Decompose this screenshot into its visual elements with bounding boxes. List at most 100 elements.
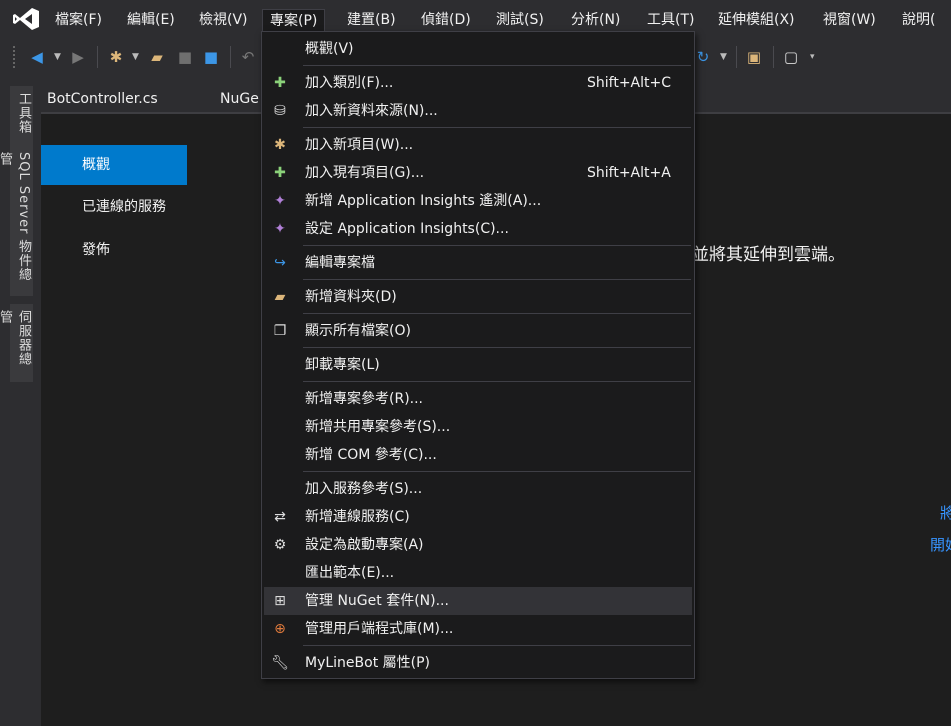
menuitem-add-datasource[interactable]: ⛁ 加入新資料來源(N)... (264, 97, 692, 125)
toolbar-grip[interactable] (12, 45, 16, 69)
nav-connected-services[interactable]: 已連線的服務 (41, 187, 187, 227)
menu-separator (303, 279, 691, 280)
show-all-files-icon: ❐ (273, 323, 287, 339)
app-insights-icon: ✦ (274, 221, 286, 237)
menuitem-label: 管理 NuGet 套件(N)... (305, 593, 449, 609)
menuitem-show-all-files[interactable]: ❐ 顯示所有檔案(O) (264, 317, 692, 345)
menu-edit[interactable]: 編輯(E) (120, 9, 182, 31)
connected-service-icon: ⇄ (274, 509, 286, 525)
nav-publish[interactable]: 發佈 (41, 230, 187, 270)
add-class-icon: ✚ (274, 75, 286, 91)
menuitem-set-startup-project[interactable]: ⚙ 設定為啟動專案(A) (264, 531, 692, 559)
menuitem-add-com-reference[interactable]: 新增 COM 參考(C)... (264, 441, 692, 469)
visual-studio-logo-icon[interactable] (12, 7, 40, 31)
menuitem-project-properties[interactable]: 🔧︎ MyLineBot 屬性(P) (264, 649, 692, 677)
menuitem-manage-nuget-packages[interactable]: ⊞ 管理 NuGet 套件(N)... (264, 587, 692, 615)
menuitem-add-app-insights[interactable]: ✦ 新增 Application Insights 遙測(A)... (264, 187, 692, 215)
menu-separator (303, 127, 691, 128)
menuitem-label: 編輯專案檔 (305, 255, 375, 271)
menu-view[interactable]: 檢視(V) (192, 9, 255, 31)
overview-link-2[interactable]: 開始 (930, 534, 951, 555)
menuitem-configure-app-insights[interactable]: ✦ 設定 Application Insights(C)... (264, 215, 692, 243)
add-existing-item-icon: ✚ (274, 165, 286, 181)
new-project-dropdown-icon[interactable]: ▼ (132, 48, 139, 66)
app-insights-icon: ✦ (274, 193, 286, 209)
toolbox-tab[interactable]: 工具箱 (10, 86, 33, 146)
menuitem-unload-project[interactable]: 卸載專案(L) (264, 351, 692, 379)
menuitem-export-template[interactable]: 匯出範本(E)... (264, 559, 692, 587)
menuitem-shortcut: Shift+Alt+C (587, 75, 672, 91)
open-file-icon[interactable]: ▰ (148, 48, 166, 66)
menuitem-add-shared-project-reference[interactable]: 新增共用專案參考(S)... (264, 413, 692, 441)
tab-botcontroller[interactable]: BotController.cs (47, 91, 158, 107)
menu-test[interactable]: 測試(S) (489, 9, 551, 31)
menuitem-add-existing-item[interactable]: ✚ 加入現有項目(G)... Shift+Alt+A (264, 159, 692, 187)
menuitem-add-service-reference[interactable]: 加入服務參考(S)... (264, 475, 692, 503)
menuitem-add-project-reference[interactable]: 新增專案參考(R)... (264, 385, 692, 413)
sql-server-object-explorer-tab[interactable]: SQL Server 物件總管 (0, 146, 33, 296)
menu-extensions[interactable]: 延伸模組(X) (711, 9, 802, 31)
navigate-back-icon[interactable]: ◀ (28, 48, 46, 66)
navigate-forward-icon[interactable]: ▶ (69, 48, 87, 66)
menuitem-edit-project-file[interactable]: ↪ 編輯專案檔 (264, 249, 692, 277)
find-in-files-icon[interactable]: ▣ (745, 48, 763, 66)
navigate-back-dropdown-icon[interactable]: ▼ (54, 48, 61, 66)
menu-analyze[interactable]: 分析(N) (564, 9, 627, 31)
browser-link-icon[interactable]: ▢ (782, 48, 800, 66)
menuitem-label: 新增資料夾(D) (305, 289, 397, 305)
client-library-icon: ⊕ (274, 621, 286, 637)
menuitem-label: 新增連線服務(C) (305, 509, 410, 525)
add-datasource-icon: ⛁ (274, 103, 286, 119)
menuitem-label: 設定 Application Insights(C)... (305, 221, 509, 237)
server-explorer-tab[interactable]: 伺服器總管 (0, 304, 33, 382)
menu-debug[interactable]: 偵錯(D) (414, 9, 478, 31)
new-folder-icon: ▰ (274, 289, 286, 305)
nav-overview[interactable]: 概觀 (41, 145, 187, 185)
menu-separator (303, 381, 691, 382)
tool-window-strip: 工具箱 SQL Server 物件總管 伺服器總管 (0, 78, 41, 726)
new-project-icon[interactable]: ✱ (107, 48, 125, 66)
save-all-icon[interactable]: ■ (202, 48, 220, 66)
menu-file[interactable]: 檔案(F) (48, 9, 109, 31)
menu-tools[interactable]: 工具(T) (640, 9, 701, 31)
refresh-dropdown-icon[interactable]: ▼ (720, 48, 727, 66)
undo-icon[interactable]: ↶ (239, 48, 257, 66)
save-icon[interactable]: ■ (176, 48, 194, 66)
menu-build[interactable]: 建置(B) (340, 9, 403, 31)
menu-separator (303, 645, 691, 646)
menuitem-label: 新增共用專案參考(S)... (305, 419, 451, 435)
menu-separator (303, 65, 691, 66)
menu-separator (303, 313, 691, 314)
menuitem-add-new-item[interactable]: ✱ 加入新項目(W)... (264, 131, 692, 159)
menuitem-label: 加入現有項目(G)... (305, 165, 425, 181)
nuget-package-icon: ⊞ (274, 593, 286, 609)
toolbar-separator (97, 46, 98, 68)
overview-link-1[interactable]: 將 (940, 502, 951, 523)
menuitem-overview[interactable]: 概觀(V) (264, 35, 692, 63)
menuitem-shortcut: Shift+Alt+A (587, 165, 671, 181)
edit-project-icon: ↪ (274, 255, 286, 271)
menuitem-label: 概觀(V) (305, 41, 354, 57)
menuitem-label: 加入類別(F)... (305, 75, 394, 91)
menu-help[interactable]: 說明( (895, 9, 942, 31)
menu-separator (303, 471, 691, 472)
menuitem-new-folder[interactable]: ▰ 新增資料夾(D) (264, 283, 692, 311)
menu-separator (303, 245, 691, 246)
toolbar-options-icon[interactable]: ▾ (810, 48, 815, 66)
menuitem-add-class[interactable]: ✚ 加入類別(F)... Shift+Alt+C (264, 69, 692, 97)
toolbar-separator (773, 46, 774, 68)
refresh-icon[interactable]: ↻ (694, 48, 712, 66)
menu-separator (303, 347, 691, 348)
menuitem-label: 匯出範本(E)... (305, 565, 395, 581)
overview-description: 並將其延伸到雲端。 (692, 245, 845, 265)
menuitem-label: 加入服務參考(S)... (305, 481, 423, 497)
menu-window[interactable]: 視窗(W) (816, 9, 883, 31)
menuitem-label: 顯示所有檔案(O) (305, 323, 411, 339)
menuitem-label: 新增 Application Insights 遙測(A)... (305, 193, 542, 209)
menuitem-manage-client-libraries[interactable]: ⊕ 管理用戶端程式庫(M)... (264, 615, 692, 643)
menuitem-add-connected-service[interactable]: ⇄ 新增連線服務(C) (264, 503, 692, 531)
tab-nuget[interactable]: NuGe (220, 91, 259, 107)
menuitem-label: 管理用戶端程式庫(M)... (305, 621, 454, 637)
wrench-icon: 🔧︎ (271, 655, 289, 671)
menuitem-label: 加入新項目(W)... (305, 137, 414, 153)
